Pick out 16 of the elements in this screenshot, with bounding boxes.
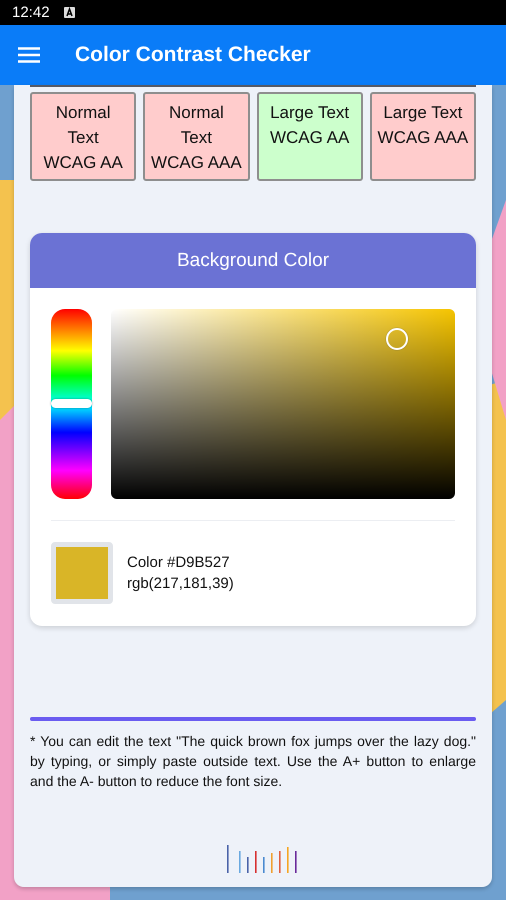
notification-icon <box>64 7 75 18</box>
picker-handle[interactable] <box>386 328 408 350</box>
result-badge: Normal Text WCAG AAA <box>143 92 250 181</box>
rgb-label: rgb(217,181,39) <box>127 574 234 594</box>
hue-thumb[interactable] <box>51 399 92 408</box>
result-badge: Large Text WCAG AAA <box>370 92 476 181</box>
note-text: * You can edit the text "The quick brown fox jumps over the lazy dog." by typing, or simply paste outside text. Use the A+ button to enlarge and the A- button to reduce the font size. <box>30 732 476 791</box>
saturation-area[interactable] <box>111 309 455 499</box>
status-time: 12:42 <box>12 4 50 21</box>
result-badge: Large Text WCAG AA <box>256 92 363 181</box>
result-badge: Normal Text WCAG AA <box>30 92 136 181</box>
hue-slider[interactable] <box>51 309 92 499</box>
menu-icon[interactable] <box>18 47 40 63</box>
hex-label: Color #D9B527 <box>127 553 231 573</box>
app-title: Color Contrast Checker <box>75 43 311 67</box>
card-title: Background Color <box>176 250 330 272</box>
